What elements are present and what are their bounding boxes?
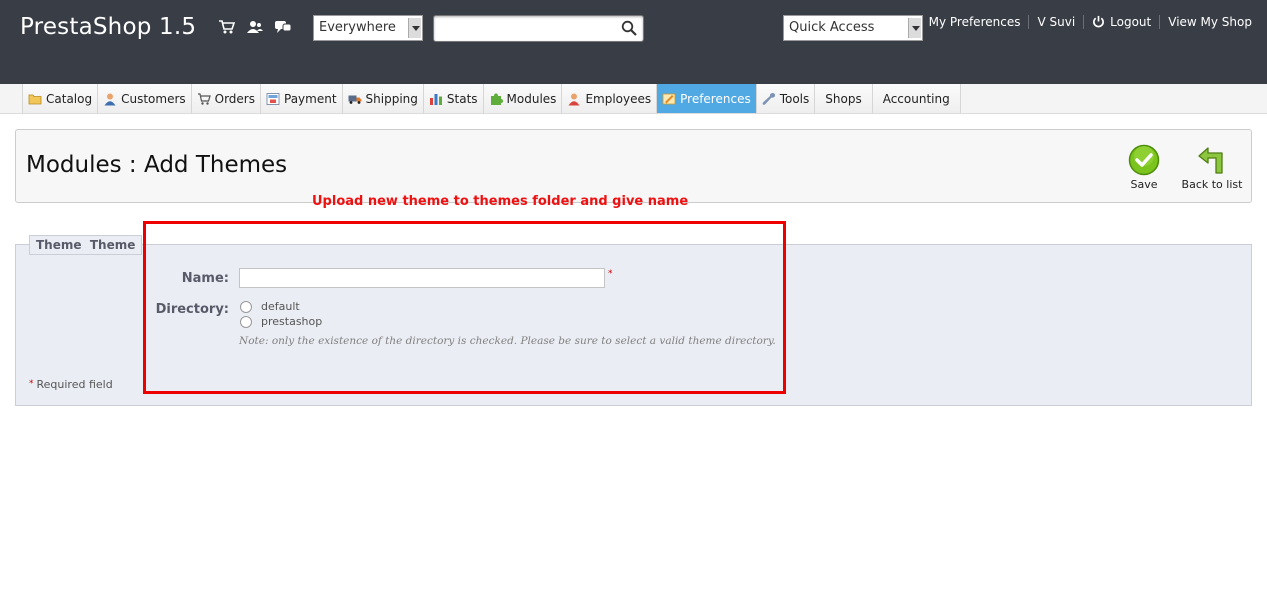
logout-label: Logout [1110,15,1152,29]
back-arrow-icon [1198,147,1223,174]
back-to-list-label: Back to list [1181,178,1243,191]
tab-payment[interactable]: Payment [260,84,342,113]
customers-icon[interactable] [246,19,264,35]
annotation-highlight-box [143,221,786,394]
tab-employees[interactable]: Employees [561,84,657,113]
search-scope-select[interactable]: Everywhere [313,15,423,41]
stats-icon [429,92,443,106]
tab-stats[interactable]: Stats [422,84,483,113]
tab-label: Stats [446,91,478,106]
main-nav: Catalog Customers Orders Payment Shipping Sta… [0,84,1267,114]
required-field-label: Required field [36,378,113,391]
tab-label: Tools [779,91,810,106]
required-marker: * [29,379,34,389]
tab-label: Payment [284,91,337,106]
page-toolbar: Modules : Add Themes Save Back to list [15,129,1252,203]
customer-icon [103,92,117,106]
tab-label: Employees [585,91,652,106]
chevron-down-icon [408,18,421,38]
cart-icon[interactable] [218,19,236,35]
tab-shops[interactable]: Shops [814,84,872,113]
tab-customers[interactable]: Customers [97,84,191,113]
tab-modules[interactable]: Modules [482,84,562,113]
back-to-list-button[interactable]: Back to list [1180,144,1244,191]
payment-icon [266,92,280,106]
tab-label: Shipping [365,91,418,106]
fieldset-legend: Theme Theme [29,235,143,255]
tab-label: Customers [121,91,186,106]
app-logo[interactable]: PrestaShop 1.5 [20,14,196,40]
puzzle-icon [489,92,503,106]
checkmark-icon [1128,144,1160,176]
my-preferences-link[interactable]: My Preferences [921,15,1029,29]
top-links: My Preferences V Suvi Logout View My Sho… [921,15,1252,29]
tab-tools[interactable]: Tools [755,84,815,113]
annotation-text: Upload new theme to themes folder and gi… [312,194,689,209]
tab-label: Preferences [680,91,751,106]
tab-label: Catalog [46,91,93,106]
tab-orders[interactable]: Orders [190,84,260,113]
quick-access-value: Quick Access [789,20,875,35]
tab-label: Modules [506,91,557,106]
quick-access-select[interactable]: Quick Access [783,15,923,41]
save-label: Save [1130,178,1158,191]
tab-preferences[interactable]: Preferences [656,84,756,113]
nav-tabs: Catalog Customers Orders Payment Shipping Sta… [22,84,961,113]
search-icon[interactable] [621,20,637,36]
truck-icon [348,92,362,106]
tab-catalog[interactable]: Catalog [22,84,98,113]
wrench-icon [762,92,776,106]
logout-link[interactable]: Logout [1084,15,1159,29]
save-button[interactable]: Save [1124,144,1164,191]
tab-shipping[interactable]: Shipping [341,84,423,113]
power-icon [1093,15,1105,28]
tab-accounting[interactable]: Accounting [871,84,961,113]
tab-label: Shops [825,91,862,106]
preferences-icon [662,92,676,106]
header: PrestaShop 1.5 Everywhere Quick Access M… [0,0,1267,84]
employee-icon [567,92,581,106]
messages-icon[interactable] [274,19,292,35]
page-title: Modules : Add Themes [26,152,288,178]
tab-label: Orders [214,91,255,106]
tab-label: Accounting [882,91,950,106]
chevron-down-icon [908,18,921,38]
cart-icon [197,92,211,106]
search-input[interactable] [433,15,644,42]
folder-icon [28,92,42,106]
search-scope-value: Everywhere [319,20,396,35]
header-quick-icons [218,19,292,35]
user-name-link[interactable]: V Suvi [1029,15,1083,29]
required-field-note: * Required field [29,378,113,391]
view-my-shop-link[interactable]: View My Shop [1160,15,1252,29]
